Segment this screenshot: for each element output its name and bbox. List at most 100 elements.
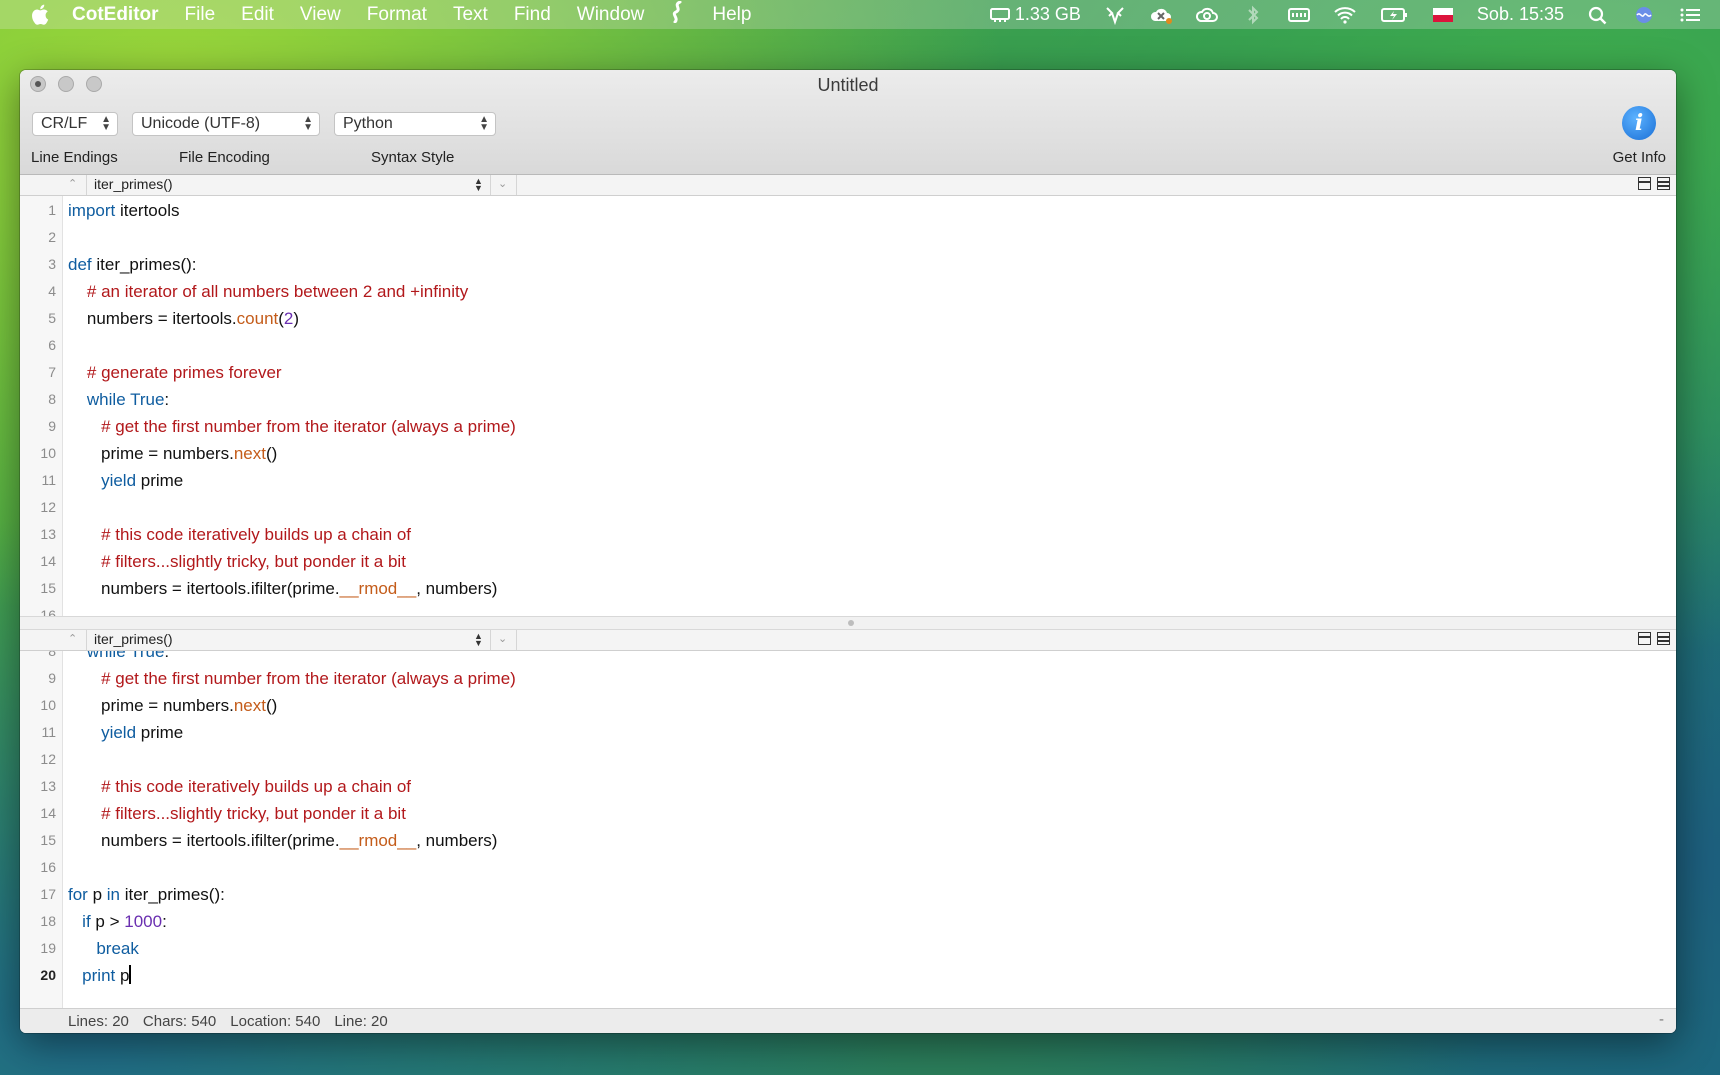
code-line[interactable]: 20 print p	[20, 962, 1676, 989]
code-text: # this code iteratively builds up a chai…	[101, 525, 412, 544]
close-split-icon[interactable]	[1638, 632, 1651, 645]
menu-extras: 1.33 GB Sob. 15:35	[989, 4, 1702, 25]
code-line[interactable]: 17 for p in iter_primes():	[20, 881, 1676, 908]
syntax-style-popup[interactable]: Python ▲ ▼	[334, 112, 496, 136]
code-line[interactable]: 11 yield prime	[20, 467, 1676, 494]
cloud-error-icon[interactable]	[1149, 5, 1173, 25]
bluetooth-icon[interactable]	[1241, 5, 1265, 25]
menu-help[interactable]: Help	[712, 4, 751, 26]
code-text: prime = numbers.next()	[68, 696, 278, 715]
menu-window[interactable]: Window	[577, 4, 645, 26]
line-number: 14	[40, 805, 56, 821]
open-split-icon[interactable]	[1657, 632, 1670, 645]
code-line[interactable]: 3 def iter_primes():	[20, 251, 1676, 278]
line-number: 9	[48, 418, 56, 434]
menu-file[interactable]: File	[185, 4, 216, 26]
keyboard-icon[interactable]	[1287, 5, 1311, 25]
code-line[interactable]: 12	[20, 494, 1676, 521]
code-line[interactable]: 6	[20, 332, 1676, 359]
lines-count: Lines: 20	[68, 1012, 129, 1030]
code-line[interactable]: 14 # filters...slightly tricky, but pond…	[20, 800, 1676, 827]
code-line[interactable]: 12	[20, 746, 1676, 773]
code-text: for p in iter_primes():	[68, 885, 225, 904]
notification-center-icon[interactable]	[1678, 5, 1702, 25]
menu-bar: CotEditor File Edit View Format Text Fin…	[0, 0, 1720, 29]
code-line[interactable]: 15 numbers = itertools.ifilter(prime.__r…	[20, 575, 1676, 602]
editor-window: Untitled CR/LF ▲ ▼ Unicode (UTF-8) ▲ ▼ Pyt…	[20, 70, 1676, 1033]
code-line[interactable]: 8 while True:	[20, 386, 1676, 413]
code-line[interactable]: 11 yield prime	[20, 719, 1676, 746]
siri-icon[interactable]	[1632, 5, 1656, 25]
nav-separator	[86, 630, 87, 650]
menu-view[interactable]: View	[300, 4, 341, 26]
menu-find[interactable]: Find	[514, 4, 551, 26]
nav-separator	[516, 175, 517, 195]
tool-icon[interactable]	[1103, 5, 1127, 25]
split-controls-top	[1638, 177, 1670, 190]
line-number: 17	[40, 886, 56, 902]
editor-pane-top[interactable]: 1 import itertools 2 3 def iter_primes(): 4 #…	[20, 196, 1676, 616]
code-line[interactable]: 19 break	[20, 935, 1676, 962]
file-encoding-value: Unicode (UTF-8)	[141, 115, 261, 132]
menu-format[interactable]: Format	[367, 4, 427, 26]
open-split-icon[interactable]	[1657, 177, 1670, 190]
get-info-label[interactable]: Get Info	[1613, 149, 1666, 166]
apple-menu-icon[interactable]	[28, 4, 52, 25]
get-info-icon[interactable]: i	[1622, 106, 1656, 140]
file-encoding-label: File Encoding	[179, 149, 270, 166]
code-line[interactable]: 14 # filters...slightly tricky, but pond…	[20, 548, 1676, 575]
line-number: 15	[40, 580, 56, 596]
code-line[interactable]: 7 # generate primes forever	[20, 359, 1676, 386]
code-line[interactable]: 8 while True:	[20, 651, 1676, 665]
code-line[interactable]: 13 # this code iteratively builds up a c…	[20, 521, 1676, 548]
code-text: print p	[82, 965, 131, 985]
document-stats: Lines: 20 Chars: 540 Location: 540 Line:…	[68, 1013, 388, 1030]
code-line[interactable]: 16	[20, 854, 1676, 881]
next-outline-icon[interactable]: ⌄	[498, 177, 507, 190]
script-menu-icon[interactable]	[670, 0, 686, 29]
code-text: while True:	[86, 390, 170, 409]
line-endings-popup[interactable]: CR/LF ▲ ▼	[32, 112, 118, 136]
spotlight-search-icon[interactable]	[1586, 5, 1610, 25]
line-number: 15	[40, 832, 56, 848]
close-split-icon[interactable]	[1638, 177, 1651, 190]
wifi-icon[interactable]	[1333, 5, 1357, 25]
code-line[interactable]: 15 numbers = itertools.ifilter(prime.__r…	[20, 827, 1676, 854]
battery-icon[interactable]	[1379, 5, 1409, 25]
code-line[interactable]: 13 # this code iteratively builds up a c…	[20, 773, 1676, 800]
code-text: # filters...slightly tricky, but ponder …	[101, 804, 406, 823]
code-line[interactable]: 4 # an iterator of all numbers between 2…	[20, 278, 1676, 305]
code-line[interactable]: 10 prime = numbers.next()	[20, 440, 1676, 467]
location-value: Location: 540	[230, 1012, 321, 1030]
divider-grip-icon[interactable]	[848, 620, 854, 626]
menu-edit[interactable]: Edit	[241, 4, 274, 26]
line-number: 14	[40, 553, 56, 569]
editor-pane-bottom[interactable]: 1import itertools23def iter_primes():4 #…	[20, 651, 1676, 1016]
previous-outline-icon[interactable]: ⌃	[68, 177, 82, 190]
input-flag-icon[interactable]	[1431, 5, 1455, 25]
creative-cloud-icon[interactable]	[1195, 5, 1219, 25]
line-number: 18	[40, 913, 56, 929]
line-endings-label: Line Endings	[31, 149, 118, 166]
code-line[interactable]: 1 import itertools	[20, 197, 1676, 224]
navigation-bar-top: ⌃ iter_primes() ▲ ▼ ⌄	[20, 175, 1676, 196]
code-line[interactable]: 9 # get the first number from the iterat…	[20, 665, 1676, 692]
code-line[interactable]: 5 numbers = itertools.count(2)	[20, 305, 1676, 332]
file-encoding-popup[interactable]: Unicode (UTF-8) ▲ ▼	[132, 112, 320, 136]
line-number: 16	[40, 607, 56, 616]
code-line[interactable]: 18 if p > 1000:	[20, 908, 1676, 935]
code-line[interactable]: 9 # get the first number from the iterat…	[20, 413, 1676, 440]
clock-text[interactable]: Sob. 15:35	[1477, 4, 1564, 25]
outline-menu-bottom[interactable]: iter_primes()	[94, 631, 173, 647]
menu-text[interactable]: Text	[453, 4, 488, 26]
memory-status[interactable]: 1.33 GB	[989, 4, 1081, 25]
code-line[interactable]: 10 prime = numbers.next()	[20, 692, 1676, 719]
menu-app-name[interactable]: CotEditor	[72, 4, 159, 26]
previous-outline-icon[interactable]: ⌃	[68, 632, 82, 645]
split-divider[interactable]	[20, 616, 1676, 630]
outline-menu-top[interactable]: iter_primes()	[94, 176, 173, 192]
line-number: 16	[40, 859, 56, 875]
code-line[interactable]: 2	[20, 224, 1676, 251]
code-line[interactable]: 16	[20, 602, 1676, 616]
next-outline-icon[interactable]: ⌄	[498, 632, 507, 645]
